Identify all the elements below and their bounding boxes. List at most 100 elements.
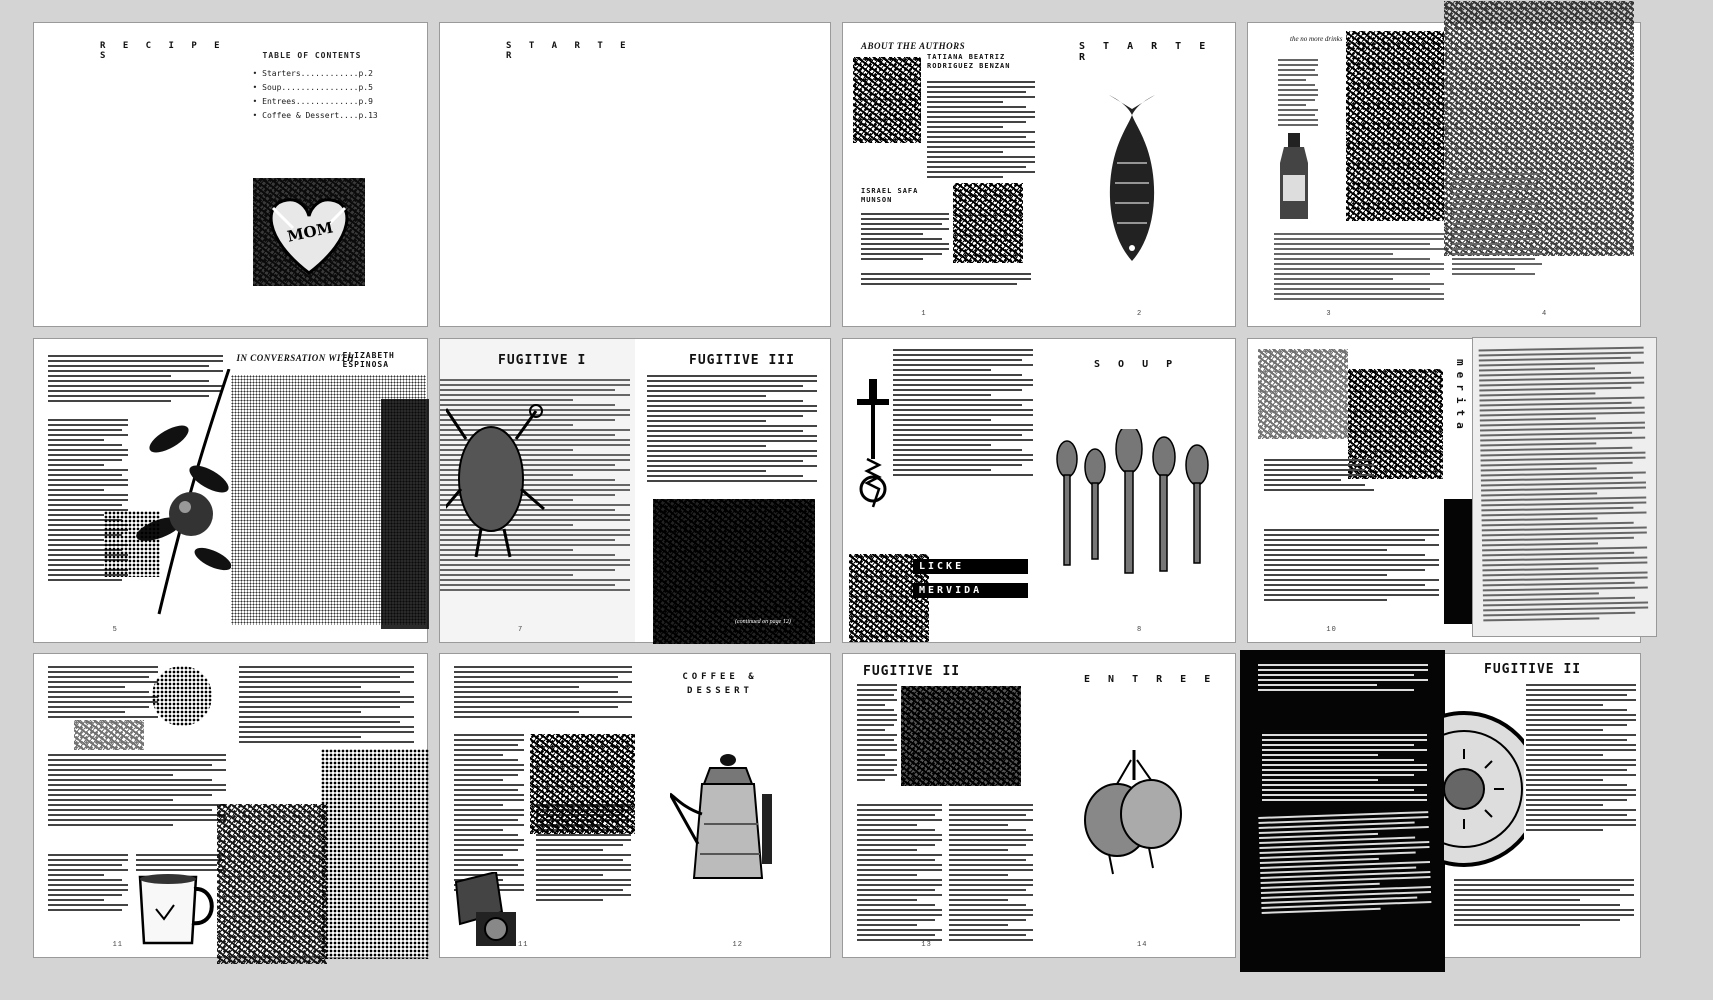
page-left: R E C I P E S — [34, 23, 231, 326]
mom-tattoo-image: MOM — [252, 178, 365, 286]
page-number: 13 — [921, 941, 932, 949]
author-photo — [953, 183, 1023, 263]
spread-5[interactable]: 5 IN CONVERSATION WITH ELIZABETH ESPINOS… — [33, 338, 429, 643]
page-right: FUGITIVE III (continued on page 12) — [635, 339, 830, 644]
spill-texture — [74, 720, 144, 750]
collage-dark-photo — [216, 804, 327, 964]
spoons-illustration — [1056, 429, 1209, 574]
page-heading: E N T R E E — [1084, 674, 1217, 685]
page-left: 5 — [34, 339, 231, 642]
spread-6[interactable]: FUGITIVE I 7 FUGITIVE III (continued on … — [439, 338, 831, 644]
page-heading: FUGITIVE II — [1484, 662, 1582, 677]
page-number: 5 — [112, 626, 118, 634]
page-heading: FUGITIVE III — [689, 353, 795, 368]
corkscrew-illustration — [857, 379, 889, 508]
label-strip: MERVIDA — [913, 583, 1028, 598]
page-number: 11 — [112, 941, 123, 949]
label-strip: LICKE — [913, 559, 1028, 574]
page-right — [635, 23, 830, 326]
handwritten-letter — [1472, 337, 1657, 637]
page-number: 1 — [921, 310, 927, 318]
page-left: FUGITIVE I 7 — [440, 339, 635, 642]
page-number: 2 — [1137, 310, 1143, 318]
page-heading: S O U P — [1094, 359, 1179, 370]
page-number: 8 — [1137, 626, 1143, 634]
bottle-illustration — [1280, 133, 1308, 219]
author-name: ISRAEL SAFA MUNSON — [861, 187, 919, 204]
page-right: IN CONVERSATION WITH ELIZABETH ESPINOSA — [230, 339, 429, 642]
page-heading: R E C I P E S — [100, 41, 226, 61]
page-heading: COFFEE & DESSERT — [682, 672, 758, 696]
orange-branch-illustration — [136, 369, 231, 615]
page-number: 10 — [1326, 626, 1337, 634]
page-right: merita — [1444, 337, 1657, 642]
page-number: 6 — [921, 626, 927, 634]
page-number: 3 — [1326, 310, 1332, 318]
page-right: E N T R E E 14 — [1039, 654, 1235, 957]
spread-10[interactable]: 11 COFFEE & DESSERT 12 — [439, 653, 831, 958]
page-right: S O U P 8 — [1039, 339, 1235, 642]
black-panel — [1444, 499, 1474, 624]
camera-illustration — [454, 872, 516, 946]
toc-item[interactable]: • Starters............p.2 — [253, 67, 378, 81]
page-right: 4 — [1444, 1, 1640, 326]
portrait-photo — [104, 511, 160, 577]
author-photo — [853, 57, 921, 143]
toc-item[interactable]: • Entrees.............p.9 — [253, 95, 378, 109]
page-left: the no more drinks 3 — [1248, 23, 1444, 326]
page-left: S T A R T E R — [440, 23, 635, 326]
page-left: LICKE MERVIDA 6 — [843, 339, 1039, 642]
page-number: 4 — [1542, 310, 1548, 318]
page-right: COFFEE & DESSERT 12 — [635, 654, 830, 957]
woman-halftone-photo — [320, 749, 429, 959]
spread-3[interactable]: ABOUT THE AUTHORS TATIANA BEATRIZ RODRIG… — [842, 22, 1236, 327]
fish-illustration — [1109, 95, 1155, 261]
page-right — [216, 654, 429, 964]
child-drawing-creature — [446, 404, 545, 558]
coin-seal-illustration — [1444, 711, 1524, 867]
section-heading: IN CONVERSATION WITH — [236, 353, 355, 363]
page-number: 11 — [518, 941, 529, 949]
interviewee-name: ELIZABETH ESPINOSA — [342, 351, 395, 369]
page-heading: S T A R T E R — [506, 41, 632, 61]
page-left — [1240, 650, 1445, 972]
page-number: 14 — [1137, 941, 1148, 949]
table-of-contents: TABLE OF CONTENTS • Starters............… — [253, 49, 378, 123]
page-heading: FUGITIVE I — [498, 353, 587, 368]
page-left: 10 — [1248, 339, 1444, 642]
author-name: TATIANA BEATRIZ RODRIGUEZ BENZAN — [927, 53, 1011, 70]
page-left: ABOUT THE AUTHORS TATIANA BEATRIZ RODRIG… — [843, 23, 1039, 326]
toc-item[interactable]: • Coffee & Dessert....p.13 — [253, 109, 378, 123]
page-left: 11 — [34, 654, 231, 957]
photo-two-women — [1346, 31, 1444, 221]
section-heading: ABOUT THE AUTHORS — [861, 41, 966, 51]
running-head: the no more drinks — [1290, 35, 1343, 43]
spread-9[interactable]: 11 — [33, 653, 429, 964]
family-photo — [901, 686, 1021, 786]
page-left: 11 — [440, 654, 635, 957]
coffee-mug-illustration — [138, 874, 214, 945]
page-left: FUGITIVE II 13 — [843, 654, 1039, 957]
onions-illustration — [1084, 750, 1182, 875]
handwritten-scrawl — [1258, 349, 1348, 439]
page-right: TABLE OF CONTENTS • Starters............… — [231, 23, 428, 326]
spread-4[interactable]: the no more drinks 3 4 — [1247, 1, 1641, 327]
page-number: 12 — [732, 941, 743, 949]
page-heading: S T A R T E R — [1079, 41, 1212, 63]
coffee-pot-illustration — [670, 754, 772, 879]
spread-11[interactable]: FUGITIVE II 13 E N T R E E 14 — [842, 653, 1236, 958]
cake-photo — [152, 666, 212, 726]
spread-8[interactable]: 10 merita — [1247, 337, 1657, 643]
spread-7[interactable]: LICKE MERVIDA 6 S O U P 8 — [842, 338, 1236, 643]
spread-12[interactable]: FUGITIVE II — [1240, 650, 1641, 972]
vertical-heading: merita — [1454, 359, 1467, 435]
continued-note: (continued on page 12) — [735, 619, 791, 625]
collage-photo — [530, 734, 635, 834]
page-right: FUGITIVE II — [1444, 654, 1640, 957]
toc-title: TABLE OF CONTENTS — [262, 51, 362, 60]
spread-1[interactable]: R E C I P E S TABLE OF CONTENTS • Starte… — [33, 22, 428, 327]
toc-item[interactable]: • Soup................p.5 — [253, 81, 378, 95]
spread-2[interactable]: S T A R T E R — [439, 22, 831, 327]
page-right: S T A R T E R 2 — [1039, 23, 1235, 326]
page-heading: FUGITIVE II — [863, 664, 961, 679]
